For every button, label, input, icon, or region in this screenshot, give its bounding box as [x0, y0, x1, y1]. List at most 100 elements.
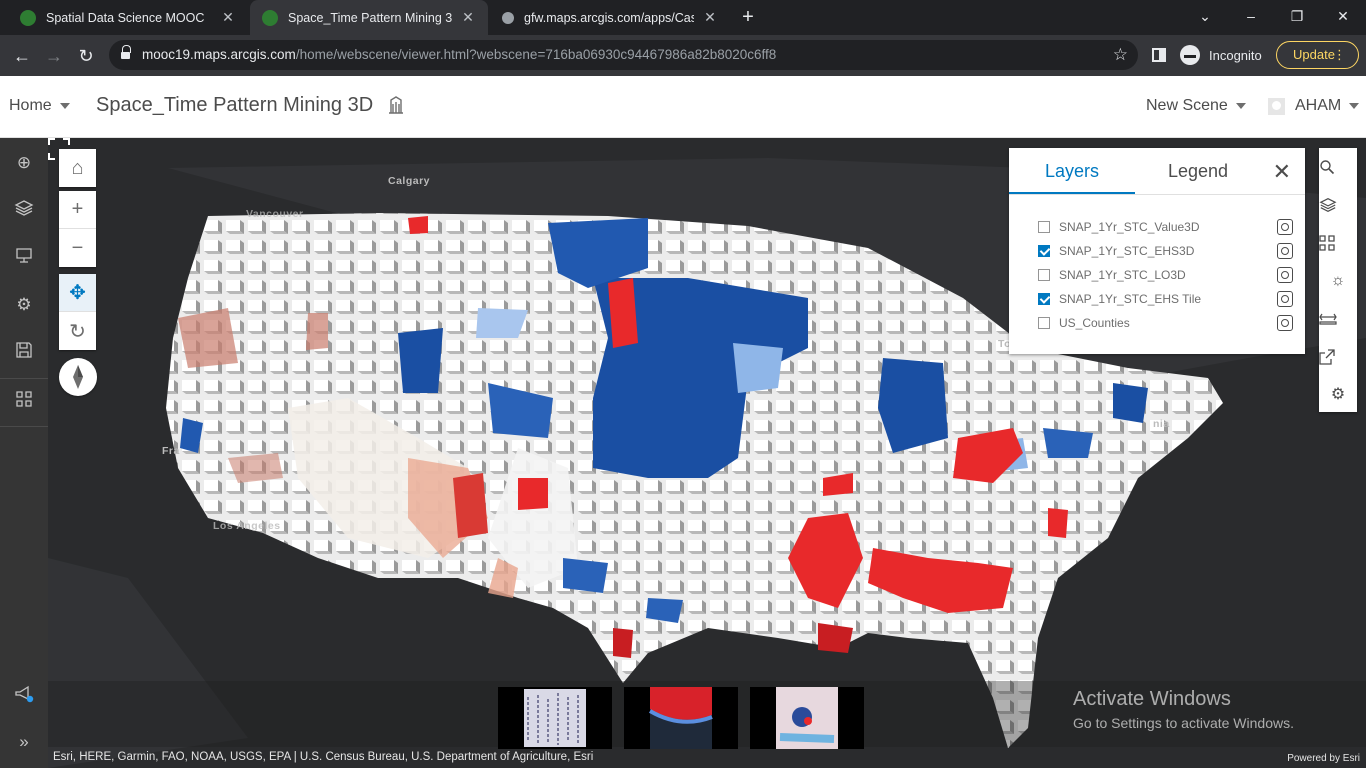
window-close-button[interactable]: ✕ [1320, 5, 1366, 27]
side-panel-icon[interactable] [1152, 48, 1166, 62]
designer-sidebar: ⊕ ⚙ » [0, 138, 48, 768]
sidebar-divider [0, 426, 48, 427]
save-icon[interactable] [12, 341, 36, 365]
layers-icon[interactable] [12, 198, 36, 222]
layer-row[interactable]: SNAP_1Yr_STC_EHS Tile [1038, 289, 1293, 309]
building-icon[interactable] [388, 96, 404, 114]
layers-icon[interactable] [1319, 186, 1357, 224]
layer-row[interactable]: SNAP_1Yr_STC_Value3D [1038, 217, 1293, 237]
basemap-gallery-icon[interactable] [1319, 224, 1357, 262]
page-title: Space_Time Pattern Mining 3D [96, 94, 374, 116]
tab-search-button[interactable]: ⌄ [1182, 5, 1228, 27]
new-scene-menu[interactable]: New Scene [1146, 97, 1246, 115]
layer-name: SNAP_1Yr_STC_EHS3D [1059, 244, 1195, 258]
gear-icon[interactable]: ⚙ [12, 293, 36, 317]
add-layers-icon[interactable]: ⊕ [12, 151, 36, 175]
layer-name: US_Counties [1059, 316, 1130, 330]
browser-tab[interactable]: gfw.maps.arcgis.com/apps/Casc ✕ [490, 0, 730, 35]
daylight-icon[interactable]: ☼ [1319, 262, 1357, 300]
tab-title: Spatial Data Science MOOC [46, 10, 205, 25]
slide-thumbnail[interactable] [498, 687, 612, 749]
incognito-indicator[interactable]: Incognito [1180, 44, 1262, 66]
layer-checkbox[interactable] [1038, 317, 1050, 329]
more-menu-icon: ⋮ [1333, 47, 1346, 62]
layer-checkbox[interactable] [1038, 245, 1050, 257]
address-bar[interactable]: mooc19.maps.arcgis.com/home/webscene/vie… [109, 40, 1138, 70]
layer-checkbox[interactable] [1038, 269, 1050, 281]
chevron-down-icon [1349, 103, 1360, 109]
map-label: Vancouver [246, 208, 304, 220]
zoom-to-icon[interactable] [1277, 219, 1293, 235]
fullscreen-icon[interactable] [48, 138, 70, 160]
layer-name: SNAP_1Yr_STC_EHS Tile [1059, 292, 1202, 306]
url-text[interactable]: mooc19.maps.arcgis.com/home/webscene/vie… [142, 47, 776, 62]
zoom-out-button[interactable]: − [59, 229, 96, 267]
back-icon[interactable]: ← [9, 43, 35, 69]
megaphone-icon[interactable] [12, 684, 36, 708]
globe-icon [20, 9, 36, 26]
search-icon[interactable] [1319, 148, 1357, 186]
slide-thumbnail[interactable] [750, 687, 864, 749]
bookmark-star-icon[interactable]: ☆ [1113, 45, 1128, 65]
new-tab-button[interactable]: + [736, 6, 760, 30]
layer-row[interactable]: SNAP_1Yr_STC_LO3D [1038, 265, 1293, 285]
zoom-to-icon[interactable] [1277, 291, 1293, 307]
chevron-down-icon [1235, 102, 1246, 109]
slide-thumbnail[interactable] [624, 687, 738, 749]
expand-icon[interactable]: » [12, 730, 36, 754]
measure-icon[interactable] [1319, 300, 1357, 338]
close-icon[interactable]: ✕ [460, 9, 476, 26]
browser-tab[interactable]: Spatial Data Science MOOC ✕ [8, 0, 248, 35]
chevron-down-icon [59, 102, 70, 109]
zoom-to-icon[interactable] [1277, 267, 1293, 283]
update-button[interactable]: Update ⋮ [1276, 41, 1359, 69]
panel-divider [1009, 194, 1305, 195]
url-path: /home/webscene/viewer.html?webscene=716b… [295, 47, 777, 62]
grid-apps-icon[interactable] [12, 390, 36, 414]
close-icon[interactable]: ✕ [220, 9, 236, 26]
minimize-button[interactable]: – [1228, 5, 1274, 27]
browser-tab-active[interactable]: Space_Time Pattern Mining 3D ✕ [250, 0, 488, 35]
map-label: nia [1153, 418, 1170, 430]
navigation-mode-control: ✥ ↻ [59, 274, 96, 350]
tab-title: gfw.maps.arcgis.com/apps/Casc [524, 10, 694, 25]
restore-button[interactable]: ❐ [1274, 5, 1320, 27]
close-icon[interactable]: ✕ [702, 9, 718, 26]
share-icon[interactable] [1319, 338, 1357, 376]
layer-row[interactable]: US_Counties [1038, 313, 1293, 333]
layer-row[interactable]: SNAP_1Yr_STC_EHS3D [1038, 241, 1293, 261]
map-tools-bar: ☼ ⚙ [1319, 148, 1357, 412]
scene-viewer-header: Home Space_Time Pattern Mining 3D New Sc… [0, 76, 1366, 138]
zoom-to-icon[interactable] [1277, 315, 1293, 331]
globe-icon [262, 9, 278, 26]
user-menu[interactable]: AHAM [1268, 97, 1360, 115]
zoom-in-button[interactable]: + [59, 191, 96, 229]
layer-checkbox[interactable] [1038, 293, 1050, 305]
user-name: AHAM [1295, 97, 1342, 114]
tab-layers[interactable]: Layers [1009, 148, 1135, 194]
tab-legend[interactable]: Legend [1135, 148, 1261, 194]
new-scene-label: New Scene [1146, 97, 1228, 114]
layer-name: SNAP_1Yr_STC_LO3D [1059, 268, 1186, 282]
settings-icon[interactable]: ⚙ [1319, 376, 1357, 414]
rotate-icon[interactable]: ↻ [59, 312, 96, 350]
layer-checkbox[interactable] [1038, 221, 1050, 233]
reload-icon[interactable]: ↻ [73, 43, 99, 69]
browser-tab-strip: Spatial Data Science MOOC ✕ Space_Time P… [0, 0, 1366, 35]
pan-icon[interactable]: ✥ [59, 274, 96, 312]
zoom-control: + − [59, 191, 96, 267]
slides-icon[interactable] [12, 245, 36, 269]
home-menu[interactable]: Home [9, 97, 70, 115]
zoom-to-icon[interactable] [1277, 243, 1293, 259]
compass-icon[interactable] [59, 358, 97, 396]
forward-icon[interactable]: → [41, 43, 67, 69]
site-icon [502, 11, 514, 24]
windows-activation-watermark: Activate Windows Go to Settings to activ… [1073, 688, 1294, 731]
map-view[interactable]: Calgary Vancouver Fra Los Angeles Tor ni… [48, 138, 1366, 768]
browser-toolbar: ← → ↻ mooc19.maps.arcgis.com/home/websce… [0, 35, 1366, 76]
incognito-icon [1180, 45, 1200, 65]
layer-name: SNAP_1Yr_STC_Value3D [1059, 220, 1200, 234]
close-icon[interactable]: ✕ [1273, 159, 1291, 185]
powered-by-esri[interactable]: Powered by Esri [1287, 753, 1360, 764]
tab-title: Space_Time Pattern Mining 3D [288, 10, 452, 25]
